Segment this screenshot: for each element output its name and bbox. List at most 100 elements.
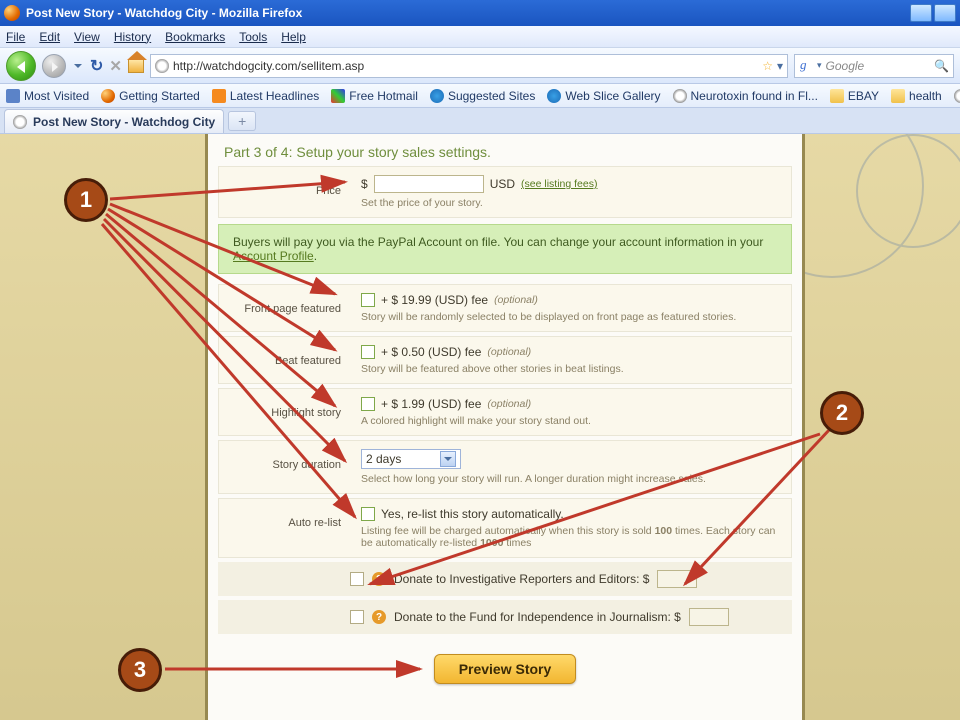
callout-1: 1 <box>64 178 108 222</box>
highlight-checkbox[interactable] <box>361 397 375 411</box>
donate-ire-checkbox[interactable] <box>350 572 364 586</box>
menu-bar: File Edit View History Bookmarks Tools H… <box>0 26 960 48</box>
duration-value: 2 days <box>366 452 436 466</box>
duration-label: Story duration <box>219 441 351 493</box>
step-heading: Part 3 of 4: Setup your story sales sett… <box>208 134 802 166</box>
account-profile-link[interactable]: Account Profile <box>233 249 314 263</box>
beat-desc: Story will be featured above other stori… <box>361 363 781 375</box>
folder-icon <box>830 89 844 103</box>
browser-tab-active[interactable]: Post New Story - Watchdog City <box>4 109 224 133</box>
bookmark-star-icon[interactable]: ☆ <box>762 59 773 73</box>
price-label: Price <box>219 167 351 217</box>
front-optional: (optional) <box>494 294 538 306</box>
listing-fees-link[interactable]: (see listing fees) <box>521 178 597 190</box>
most-visited-icon <box>6 89 20 103</box>
firefox-icon <box>4 5 20 21</box>
currency-left: $ <box>361 177 368 191</box>
duration-select[interactable]: 2 days <box>361 449 461 469</box>
stop-button[interactable]: ✕ <box>109 57 122 75</box>
callout-3: 3 <box>118 648 162 692</box>
menu-tools[interactable]: Tools <box>239 30 267 44</box>
ie-icon <box>547 89 561 103</box>
bookmark-health[interactable]: health <box>891 89 942 103</box>
url-text: http://watchdogcity.com/sellitem.asp <box>173 59 364 73</box>
beat-label: Beat featured <box>219 337 351 383</box>
row-highlight-story: Highlight story + $ 1.99 (USD) fee (opti… <box>218 388 792 436</box>
firefox-icon <box>101 89 115 103</box>
menu-history[interactable]: History <box>114 30 151 44</box>
minimize-button[interactable] <box>910 4 932 22</box>
price-input[interactable] <box>374 175 484 193</box>
maximize-button[interactable] <box>934 4 956 22</box>
row-price: Price $ USD (see listing fees) Set the p… <box>218 166 792 218</box>
donate-fij-checkbox[interactable] <box>350 610 364 624</box>
watchdog-icon <box>954 89 960 103</box>
menu-help[interactable]: Help <box>281 30 306 44</box>
home-button[interactable] <box>128 59 144 73</box>
url-dropdown-icon[interactable]: ▾ <box>777 59 783 73</box>
bookmark-universal-terms[interactable]: Universal Terms of <box>954 89 960 103</box>
help-icon[interactable]: ? <box>372 572 386 586</box>
search-engine-dropdown-icon[interactable]: ▾ <box>817 60 822 71</box>
forward-button[interactable] <box>42 54 66 78</box>
bookmark-latest-headlines[interactable]: Latest Headlines <box>212 89 319 103</box>
ie-icon <box>430 89 444 103</box>
window-titlebar: Post New Story - Watchdog City - Mozilla… <box>0 0 960 26</box>
duration-desc: Select how long your story will run. A l… <box>361 473 781 485</box>
menu-view[interactable]: View <box>74 30 100 44</box>
tab-label: Post New Story - Watchdog City <box>33 115 215 129</box>
front-label: Front page featured <box>219 285 351 331</box>
donate-ire-label: Donate to Investigative Reporters and Ed… <box>394 572 649 586</box>
donate-ire-row: ? Donate to Investigative Reporters and … <box>218 562 792 596</box>
page-viewport: Part 3 of 4: Setup your story sales sett… <box>0 134 960 720</box>
menu-file[interactable]: File <box>6 30 25 44</box>
menu-edit[interactable]: Edit <box>39 30 60 44</box>
donate-fij-row: ? Donate to the Fund for Independence in… <box>218 600 792 634</box>
menu-bookmarks[interactable]: Bookmarks <box>165 30 225 44</box>
row-front-page-featured: Front page featured + $ 19.99 (USD) fee … <box>218 284 792 332</box>
beat-checkbox[interactable] <box>361 345 375 359</box>
search-go-icon[interactable]: 🔍 <box>934 59 949 73</box>
bookmark-web-slice[interactable]: Web Slice Gallery <box>547 89 660 103</box>
bookmark-getting-started[interactable]: Getting Started <box>101 89 200 103</box>
highlight-label: Highlight story <box>219 389 351 435</box>
relist-label: Auto re-list <box>219 499 351 557</box>
front-desc: Story will be randomly selected to be di… <box>361 311 781 323</box>
paypal-info: Buyers will pay you via the PayPal Accou… <box>218 224 792 274</box>
front-fee: + $ 19.99 (USD) fee <box>381 293 488 307</box>
search-bar[interactable]: ▾ Google 🔍 <box>794 54 954 78</box>
new-tab-button[interactable]: + <box>228 111 256 131</box>
beat-optional: (optional) <box>487 346 531 358</box>
windows-icon <box>331 89 345 103</box>
address-bar[interactable]: http://watchdogcity.com/sellitem.asp ☆ ▾ <box>150 54 788 78</box>
donate-fij-input[interactable] <box>689 608 729 626</box>
row-auto-relist: Auto re-list Yes, re-list this story aut… <box>218 498 792 558</box>
preview-story-button[interactable]: Preview Story <box>434 654 577 684</box>
row-story-duration: Story duration 2 days Select how long yo… <box>218 440 792 494</box>
reload-button[interactable]: ↻ <box>90 56 103 76</box>
tab-bar: Post New Story - Watchdog City + <box>0 108 960 134</box>
relist-checkbox[interactable] <box>361 507 375 521</box>
bookmark-neurotoxin[interactable]: Neurotoxin found in Fl... <box>673 89 818 103</box>
relist-chk-label: Yes, re-list this story automatically. <box>381 507 564 521</box>
navigation-toolbar: ↻ ✕ http://watchdogcity.com/sellitem.asp… <box>0 48 960 84</box>
front-checkbox[interactable] <box>361 293 375 307</box>
bookmark-free-hotmail[interactable]: Free Hotmail <box>331 89 418 103</box>
watchdog-icon <box>673 89 687 103</box>
relist-desc: Listing fee will be charged automaticall… <box>361 525 781 549</box>
history-dropdown[interactable] <box>72 52 84 80</box>
donate-fij-label: Donate to the Fund for Independence in J… <box>394 610 681 624</box>
form-panel: Part 3 of 4: Setup your story sales sett… <box>205 134 805 720</box>
donate-ire-input[interactable] <box>657 570 697 588</box>
bookmark-ebay[interactable]: EBAY <box>830 89 879 103</box>
bookmark-suggested-sites[interactable]: Suggested Sites <box>430 89 535 103</box>
back-button[interactable] <box>6 51 36 81</box>
row-beat-featured: Beat featured + $ 0.50 (USD) fee (option… <box>218 336 792 384</box>
callout-2: 2 <box>820 391 864 435</box>
currency-right: USD <box>490 177 515 191</box>
highlight-optional: (optional) <box>487 398 531 410</box>
bookmark-most-visited[interactable]: Most Visited <box>6 89 89 103</box>
beat-fee: + $ 0.50 (USD) fee <box>381 345 481 359</box>
help-icon[interactable]: ? <box>372 610 386 624</box>
folder-icon <box>891 89 905 103</box>
